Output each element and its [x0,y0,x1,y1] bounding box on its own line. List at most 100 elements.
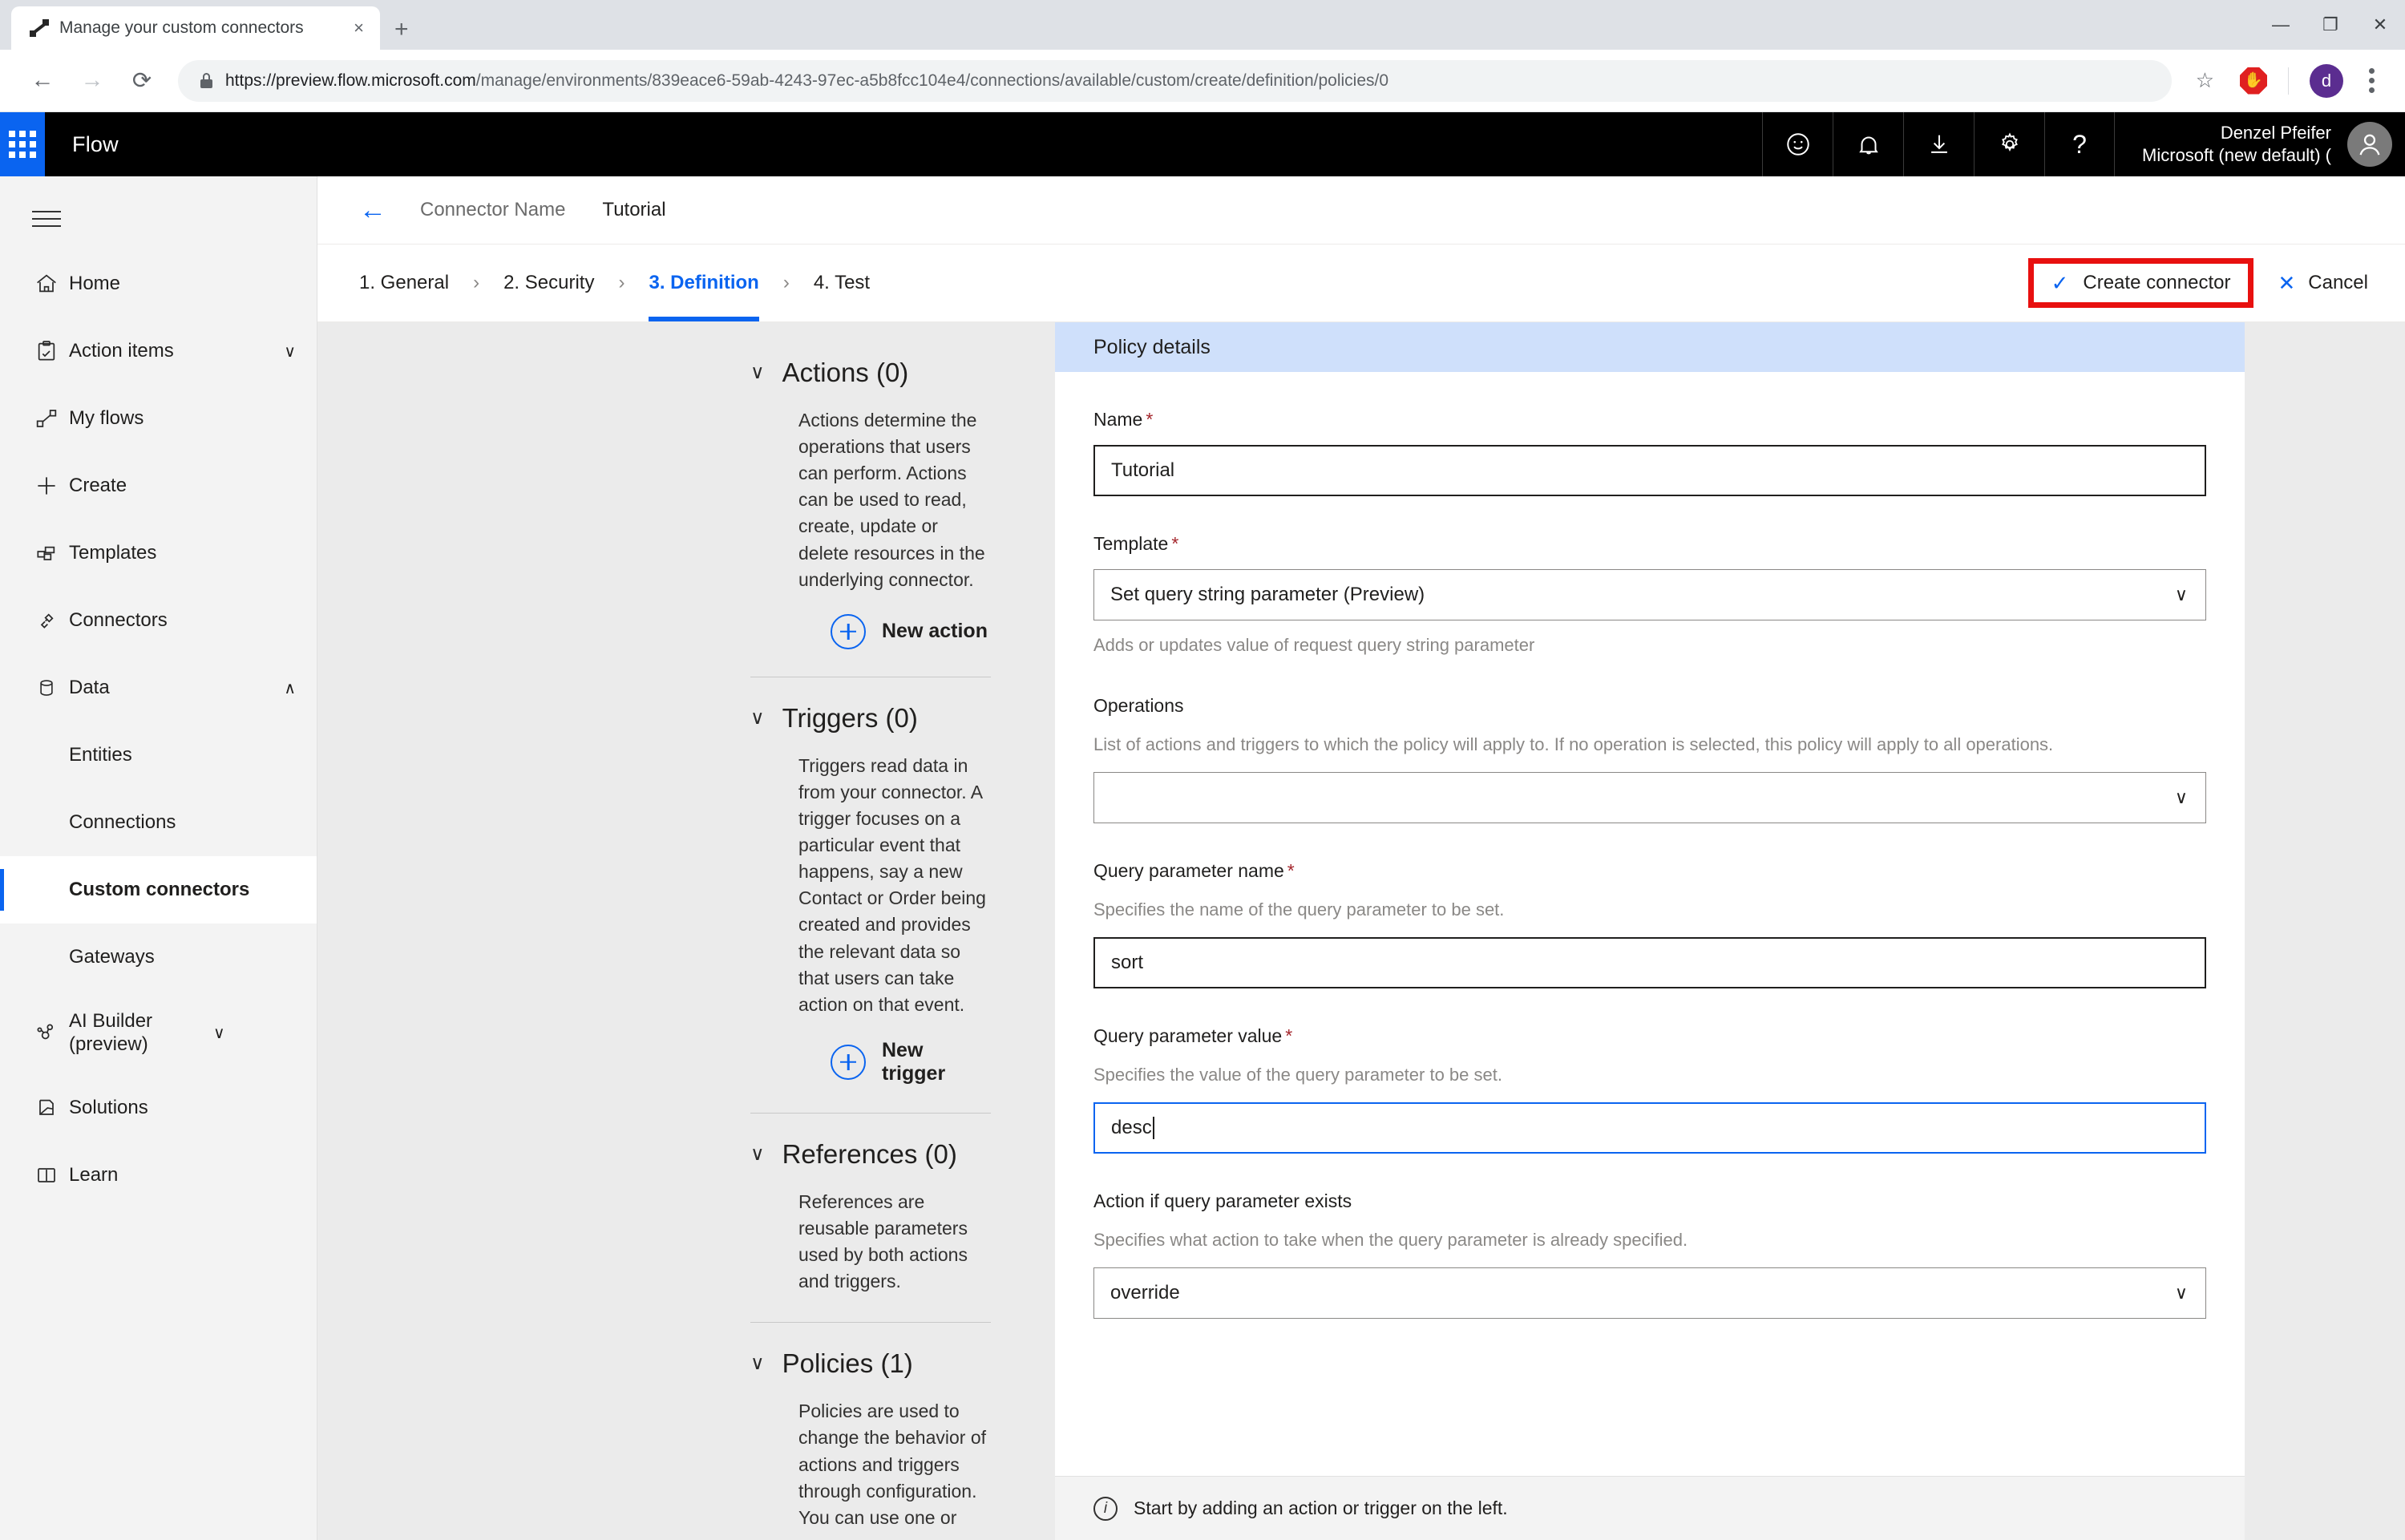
sidebar-item-ai-builder[interactable]: AI Builder (preview) ∨ [0,991,317,1074]
window-close-icon[interactable]: ✕ [2355,0,2405,50]
cancel-button[interactable]: ✕ Cancel [2271,272,2368,294]
cancel-label: Cancel [2308,272,2368,293]
address-bar[interactable]: https://preview.flow.microsoft.com/manag… [178,59,2172,102]
reload-icon[interactable]: ⟳ [117,56,167,106]
adblock-extension-icon[interactable]: ✋ [2240,67,2267,95]
info-icon: i [1093,1496,1118,1521]
template-select[interactable]: Set query string parameter (Preview) ∨ [1093,569,2206,620]
sidebar-item-home[interactable]: Home [0,250,317,317]
database-icon [24,676,69,700]
chevron-down-icon[interactable]: ∨ [750,363,765,382]
browser-profile-avatar[interactable]: d [2310,63,2343,98]
chrome-menu-icon[interactable] [2356,68,2387,93]
chevron-down-icon[interactable]: ∨ [750,708,765,728]
download-icon[interactable] [1903,112,1974,176]
sidebar-item-learn[interactable]: Learn [0,1142,317,1209]
text-caret [1152,1117,1154,1139]
section-policies-header[interactable]: ∨ Policies (1) [750,1348,991,1379]
sidebar-item-create[interactable]: Create [0,452,317,519]
qpname-label: Query parameter name * [1093,860,2206,882]
sidebar-item-label: Connectors [69,609,168,632]
chevron-down-icon[interactable]: ∨ [284,342,296,362]
flow-favicon [29,18,50,38]
query-parameter-name-input[interactable]: sort [1093,937,2206,988]
sidebar-item-templates[interactable]: Templates [0,519,317,587]
tab-general[interactable]: 1. General [359,245,449,321]
sidebar-item-gateways[interactable]: Gateways [0,924,317,991]
sidebar-item-custom-connectors[interactable]: Custom connectors [0,856,317,924]
new-trigger-button[interactable]: New trigger [798,1039,991,1085]
maximize-icon[interactable]: ❐ [2306,0,2355,50]
tab-security[interactable]: 2. Security [503,245,594,321]
action-selected-value: override [1110,1282,1180,1304]
sidebar-item-label: Create [69,475,127,497]
tab-definition[interactable]: 3. Definition [649,245,760,321]
query-parameter-value-input[interactable]: desc [1093,1102,2206,1154]
section-actions-header[interactable]: ∨ Actions (0) [750,358,991,388]
section-description: Actions determine the operations that us… [798,410,985,590]
field-action-if-exists: Action if query parameter exists Specifi… [1093,1190,2206,1319]
sidebar-item-label: Connections [69,811,176,834]
required-asterisk: * [1287,860,1295,881]
back-arrow-icon[interactable]: ← [359,196,420,224]
field-template: Template * Set query string parameter (Pr… [1093,533,2206,658]
solutions-icon [24,1095,69,1121]
user-info[interactable]: Denzel Pfeifer Microsoft (new default) ( [2115,112,2405,176]
breadcrumb-label[interactable]: Connector Name [420,199,565,221]
back-icon[interactable]: ← [18,56,67,106]
sidebar-item-label: Home [69,273,121,295]
sidebar-item-label: Data [69,677,110,699]
forward-icon[interactable]: → [67,56,117,106]
hamburger-menu-icon[interactable] [0,191,317,250]
sidebar-item-label: Entities [69,744,132,766]
qpvalue-help: Specifies the value of the query paramet… [1093,1065,1502,1085]
create-connector-highlight: ✓ Create connector [2027,258,2254,308]
new-tab-button[interactable]: + [394,18,409,42]
section-triggers-header[interactable]: ∨ Triggers (0) [750,703,991,734]
create-connector-button[interactable]: ✓ Create connector [2051,272,2231,294]
sidebar-item-solutions[interactable]: Solutions [0,1074,317,1142]
action-if-exists-select[interactable]: override ∨ [1093,1267,2206,1319]
section-title: References (0) [782,1138,957,1169]
clipboard-check-icon [24,338,69,364]
minimize-icon[interactable]: — [2256,0,2306,50]
required-asterisk: * [1146,409,1154,430]
close-icon[interactable]: × [349,16,369,40]
sidebar-item-data[interactable]: Data ∧ [0,654,317,721]
sidebar-item-my-flows[interactable]: My flows [0,385,317,452]
help-icon[interactable]: ? [2044,112,2116,176]
definition-list-inner: ∨ Actions (0) Actions determine the oper… [317,358,1055,1540]
sidebar-item-action-items[interactable]: Action items ∨ [0,317,317,385]
new-action-label: New action [882,620,988,643]
smiley-icon[interactable] [1762,112,1833,176]
section-description: References are reusable parameters used … [798,1190,968,1292]
browser-tab[interactable]: Manage your custom connectors × [11,6,380,50]
bookmark-star-icon[interactable]: ☆ [2183,68,2227,93]
status-message: Start by adding an action or trigger on … [1134,1498,1508,1518]
chevron-up-icon[interactable]: ∧ [284,678,296,698]
breadcrumb-value: Tutorial [602,199,666,220]
chevron-down-icon[interactable]: ∨ [213,1023,225,1043]
avatar[interactable] [2347,122,2392,167]
qpvalue-label-text: Query parameter value [1093,1025,1283,1046]
name-label-text: Name [1093,409,1143,430]
operations-select[interactable]: ∨ [1093,772,2206,823]
action-help: Specifies what action to take when the q… [1093,1230,1688,1250]
user-name: Denzel Pfeifer [2220,122,2331,143]
new-action-button[interactable]: New action [798,613,991,649]
bell-icon[interactable] [1833,112,1903,176]
name-input[interactable]: Tutorial [1093,445,2206,496]
user-names: Denzel Pfeifer Microsoft (new default) ( [2142,122,2331,167]
sidebar-item-connections[interactable]: Connections [0,789,317,856]
field-operations: Operations List of actions and triggers … [1093,695,2206,823]
sidebar-item-connectors[interactable]: Connectors [0,587,317,654]
section-references-header[interactable]: ∨ References (0) [750,1139,991,1170]
gear-icon[interactable] [1974,112,2044,176]
browser-tab-strip: Manage your custom connectors × + — ❐ ✕ [0,0,2405,50]
chevron-down-icon[interactable]: ∨ [750,1144,765,1164]
app-launcher-icon[interactable] [0,112,45,176]
chevron-down-icon[interactable]: ∨ [750,1354,765,1373]
sidebar-item-entities[interactable]: Entities [0,721,317,789]
check-icon: ✓ [2051,271,2069,295]
tab-test[interactable]: 4. Test [814,245,870,321]
